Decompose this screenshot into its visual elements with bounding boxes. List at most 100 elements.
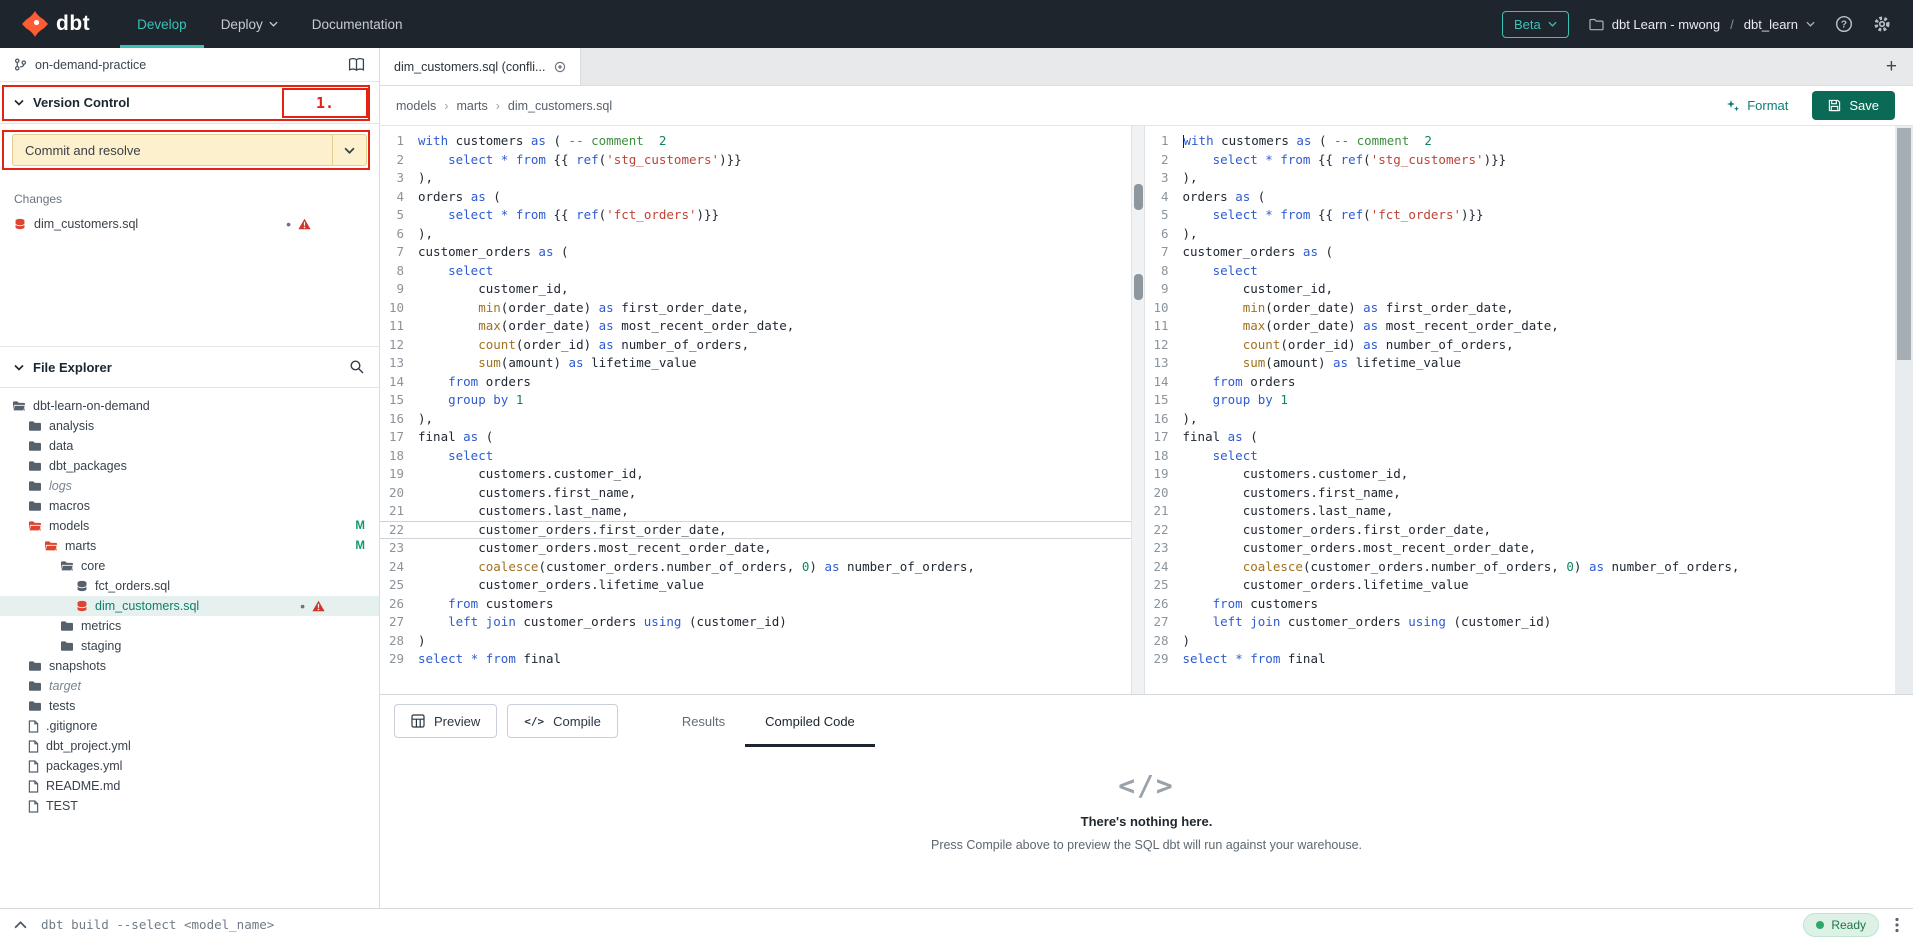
code-line[interactable]: 8 select bbox=[380, 262, 1131, 281]
tree-item-core[interactable]: core bbox=[0, 556, 379, 576]
code-line[interactable]: 21 customers.last_name, bbox=[380, 502, 1131, 521]
chevron-up-icon[interactable] bbox=[14, 921, 27, 929]
tree-item-README.md[interactable]: README.md bbox=[0, 776, 379, 796]
code-line[interactable]: 13 sum(amount) as lifetime_value bbox=[380, 354, 1131, 373]
tab-dim-customers[interactable]: dim_customers.sql (confli... bbox=[380, 48, 581, 85]
project-selector[interactable]: dbt Learn - mwong / dbt_learn bbox=[1589, 17, 1815, 32]
code-line[interactable]: 29select * from final bbox=[1145, 650, 1896, 669]
preview-button[interactable]: Preview bbox=[394, 704, 497, 738]
conflict-status-icon[interactable] bbox=[554, 61, 566, 73]
settings-gear-icon[interactable] bbox=[1873, 15, 1891, 33]
format-button[interactable]: Format bbox=[1726, 98, 1788, 113]
nav-deploy[interactable]: Deploy bbox=[204, 0, 295, 48]
code-line[interactable]: 6), bbox=[1145, 225, 1896, 244]
code-line[interactable]: 22 customer_orders.first_order_date, bbox=[1145, 521, 1896, 540]
code-line[interactable]: 28) bbox=[1145, 632, 1896, 651]
tree-item-target[interactable]: target bbox=[0, 676, 379, 696]
tree-item-.gitignore[interactable]: .gitignore bbox=[0, 716, 379, 736]
tree-item-dim_customers.sql[interactable]: dim_customers.sql• bbox=[0, 596, 379, 616]
tab-compiled-code[interactable]: Compiled Code bbox=[745, 695, 875, 747]
scrollbar-thumb[interactable] bbox=[1897, 128, 1911, 360]
code-line[interactable]: 16), bbox=[1145, 410, 1896, 429]
code-line[interactable]: 26 from customers bbox=[380, 595, 1131, 614]
file-explorer-header[interactable]: File Explorer bbox=[0, 346, 379, 388]
tree-item-tests[interactable]: tests bbox=[0, 696, 379, 716]
tree-item-dbt_packages[interactable]: dbt_packages bbox=[0, 456, 379, 476]
code-line[interactable]: 2 select * from {{ ref('stg_customers')}… bbox=[380, 151, 1131, 170]
breadcrumb-file[interactable]: dim_customers.sql bbox=[508, 99, 612, 113]
command-input[interactable]: dbt build --select <model_name> bbox=[41, 917, 274, 932]
code-line[interactable]: 14 from orders bbox=[380, 373, 1131, 392]
commit-and-resolve-button[interactable]: Commit and resolve bbox=[12, 134, 367, 166]
code-line[interactable]: 22 customer_orders.first_order_date, bbox=[380, 521, 1131, 540]
nav-develop[interactable]: Develop bbox=[120, 0, 204, 48]
code-line[interactable]: 23 customer_orders.most_recent_order_dat… bbox=[1145, 539, 1896, 558]
code-line[interactable]: 4orders as ( bbox=[1145, 188, 1896, 207]
code-line[interactable]: 23 customer_orders.most_recent_order_dat… bbox=[380, 539, 1131, 558]
code-line[interactable]: 10 min(order_date) as first_order_date, bbox=[380, 299, 1131, 318]
code-line[interactable]: 24 coalesce(customer_orders.number_of_or… bbox=[380, 558, 1131, 577]
code-line[interactable]: 8 select bbox=[1145, 262, 1896, 281]
help-icon[interactable]: ? bbox=[1835, 15, 1853, 33]
breadcrumb-marts[interactable]: marts bbox=[456, 99, 487, 113]
code-line[interactable]: 2 select * from {{ ref('stg_customers')}… bbox=[1145, 151, 1896, 170]
changed-file-row[interactable]: dim_customers.sql • bbox=[0, 212, 379, 236]
tree-item-logs[interactable]: logs bbox=[0, 476, 379, 496]
search-icon[interactable] bbox=[349, 359, 365, 375]
code-line[interactable]: 7customer_orders as ( bbox=[1145, 243, 1896, 262]
code-line[interactable]: 12 count(order_id) as number_of_orders, bbox=[380, 336, 1131, 355]
code-line[interactable]: 15 group by 1 bbox=[1145, 391, 1896, 410]
code-line[interactable]: 10 min(order_date) as first_order_date, bbox=[1145, 299, 1896, 318]
beta-dropdown[interactable]: Beta bbox=[1502, 11, 1569, 38]
code-line[interactable]: 29select * from final bbox=[380, 650, 1131, 669]
tree-item-analysis[interactable]: analysis bbox=[0, 416, 379, 436]
code-line[interactable]: 11 max(order_date) as most_recent_order_… bbox=[380, 317, 1131, 336]
code-line[interactable]: 1with customers as ( -- comment 2 bbox=[380, 132, 1131, 151]
code-line[interactable]: 15 group by 1 bbox=[380, 391, 1131, 410]
code-line[interactable]: 25 customer_orders.lifetime_value bbox=[1145, 576, 1896, 595]
code-line[interactable]: 9 customer_id, bbox=[1145, 280, 1896, 299]
code-line[interactable]: 5 select * from {{ ref('fct_orders')}} bbox=[1145, 206, 1896, 225]
version-control-header[interactable]: Version Control bbox=[0, 82, 379, 124]
code-line[interactable]: 24 coalesce(customer_orders.number_of_or… bbox=[1145, 558, 1896, 577]
dbt-logo[interactable]: dbt bbox=[0, 0, 120, 48]
code-line[interactable]: 17final as ( bbox=[380, 428, 1131, 447]
tree-item-marts[interactable]: martsM bbox=[0, 536, 379, 556]
code-line[interactable]: 13 sum(amount) as lifetime_value bbox=[1145, 354, 1896, 373]
kebab-menu-icon[interactable] bbox=[1895, 917, 1899, 933]
code-line[interactable]: 26 from customers bbox=[1145, 595, 1896, 614]
code-line[interactable]: 25 customer_orders.lifetime_value bbox=[380, 576, 1131, 595]
tree-item-packages.yml[interactable]: packages.yml bbox=[0, 756, 379, 776]
code-line[interactable]: 4orders as ( bbox=[380, 188, 1131, 207]
tree-item-staging[interactable]: staging bbox=[0, 636, 379, 656]
code-line[interactable]: 27 left join customer_orders using (cust… bbox=[1145, 613, 1896, 632]
nav-documentation[interactable]: Documentation bbox=[295, 0, 420, 48]
breadcrumb-models[interactable]: models bbox=[396, 99, 436, 113]
scrollbar-thumb[interactable] bbox=[1134, 184, 1143, 210]
tree-item-TEST[interactable]: TEST bbox=[0, 796, 379, 816]
code-line[interactable]: 6), bbox=[380, 225, 1131, 244]
tree-item-dbt-learn-on-demand[interactable]: dbt-learn-on-demand bbox=[0, 396, 379, 416]
code-line[interactable]: 18 select bbox=[380, 447, 1131, 466]
code-line[interactable]: 3), bbox=[1145, 169, 1896, 188]
scrollbar-thumb[interactable] bbox=[1134, 274, 1143, 300]
commit-dropdown-chevron[interactable] bbox=[332, 135, 366, 165]
code-line[interactable]: 7customer_orders as ( bbox=[380, 243, 1131, 262]
ready-status-badge[interactable]: Ready bbox=[1803, 913, 1879, 937]
tree-item-data[interactable]: data bbox=[0, 436, 379, 456]
code-line[interactable]: 11 max(order_date) as most_recent_order_… bbox=[1145, 317, 1896, 336]
tree-item-fct_orders.sql[interactable]: fct_orders.sql bbox=[0, 576, 379, 596]
code-line[interactable]: 14 from orders bbox=[1145, 373, 1896, 392]
tab-results[interactable]: Results bbox=[662, 695, 745, 747]
tree-item-metrics[interactable]: metrics bbox=[0, 616, 379, 636]
code-line[interactable]: 19 customers.customer_id, bbox=[380, 465, 1131, 484]
code-line[interactable]: 9 customer_id, bbox=[380, 280, 1131, 299]
code-line[interactable]: 5 select * from {{ ref('fct_orders')}} bbox=[380, 206, 1131, 225]
code-line[interactable]: 19 customers.customer_id, bbox=[1145, 465, 1896, 484]
code-line[interactable]: 1with customers as ( -- comment 2 bbox=[1145, 132, 1896, 151]
code-line[interactable]: 20 customers.first_name, bbox=[380, 484, 1131, 503]
code-line[interactable]: 16), bbox=[380, 410, 1131, 429]
tree-item-dbt_project.yml[interactable]: dbt_project.yml bbox=[0, 736, 379, 756]
compile-button[interactable]: </> Compile bbox=[507, 704, 618, 738]
code-line[interactable]: 3), bbox=[380, 169, 1131, 188]
